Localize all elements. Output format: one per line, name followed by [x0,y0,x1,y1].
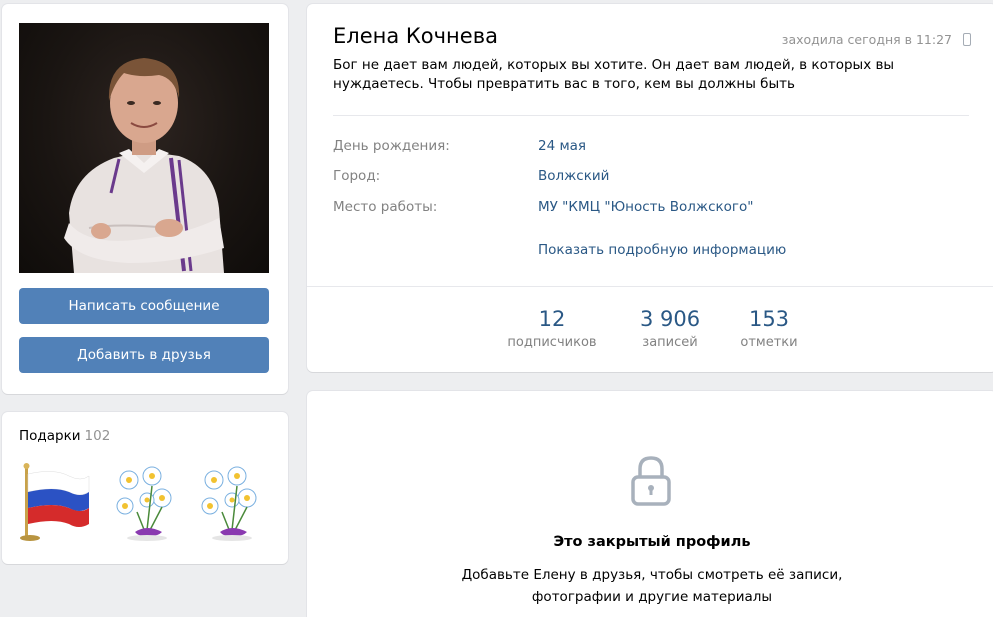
city-value[interactable]: Волжский [538,168,609,184]
counter-label: записей [642,335,698,350]
workplace-label: Место работы: [333,199,438,215]
daisies-gift[interactable] [107,462,181,542]
page-title: Елена Кочнева [333,24,498,48]
last-seen-status: заходила сегодня в 11:27 [781,32,952,47]
workplace-value[interactable]: МУ "КМЦ "Юность Волжского" [538,199,754,215]
avatar-card: Написать сообщение Добавить в друзья [2,4,288,394]
avatar[interactable] [19,23,269,273]
counter-label: подписчиков [507,335,597,350]
gifts-title[interactable]: Подарки [19,428,81,444]
counter-posts[interactable]: 3 906 записей [625,307,715,350]
russian-flag-gift[interactable] [19,462,93,542]
counter-value: 3 906 [639,307,701,331]
counter-value: 12 [538,307,566,331]
lock-icon [629,455,673,507]
gifts-card: Подарки 102 [2,412,288,564]
birthday-label: День рождения: [333,138,450,154]
counter-label: отметки [740,335,798,350]
city-label: Город: [333,168,381,184]
add-friend-button[interactable]: Добавить в друзья [19,337,269,373]
counter-followers[interactable]: 12 подписчиков [497,307,607,350]
mobile-phone-icon [963,33,971,46]
profile-card: Елена Кочнева заходила сегодня в 11:27 Б… [307,4,993,372]
show-more-info-link[interactable]: Показать подробную информацию [538,242,786,258]
counter-tags[interactable]: 153 отметки [727,307,811,350]
closed-profile-card: Это закрытый профиль Добавьте Елену в др… [307,391,993,617]
divider [307,286,993,287]
gifts-count: 102 [84,428,111,444]
profile-status: Бог не дает вам людей, которых вы хотите… [333,57,895,92]
closed-profile-text: Добавьте Елену в друзья, чтобы смотреть … [461,567,843,605]
daisies-gift[interactable] [192,462,266,542]
birthday-value[interactable]: 24 мая [538,138,586,154]
counter-value: 153 [748,307,790,331]
send-message-button[interactable]: Написать сообщение [19,288,269,324]
closed-profile-title: Это закрытый профиль [553,534,751,550]
gifts-header[interactable]: Подарки 102 [19,428,110,444]
divider [333,115,969,116]
